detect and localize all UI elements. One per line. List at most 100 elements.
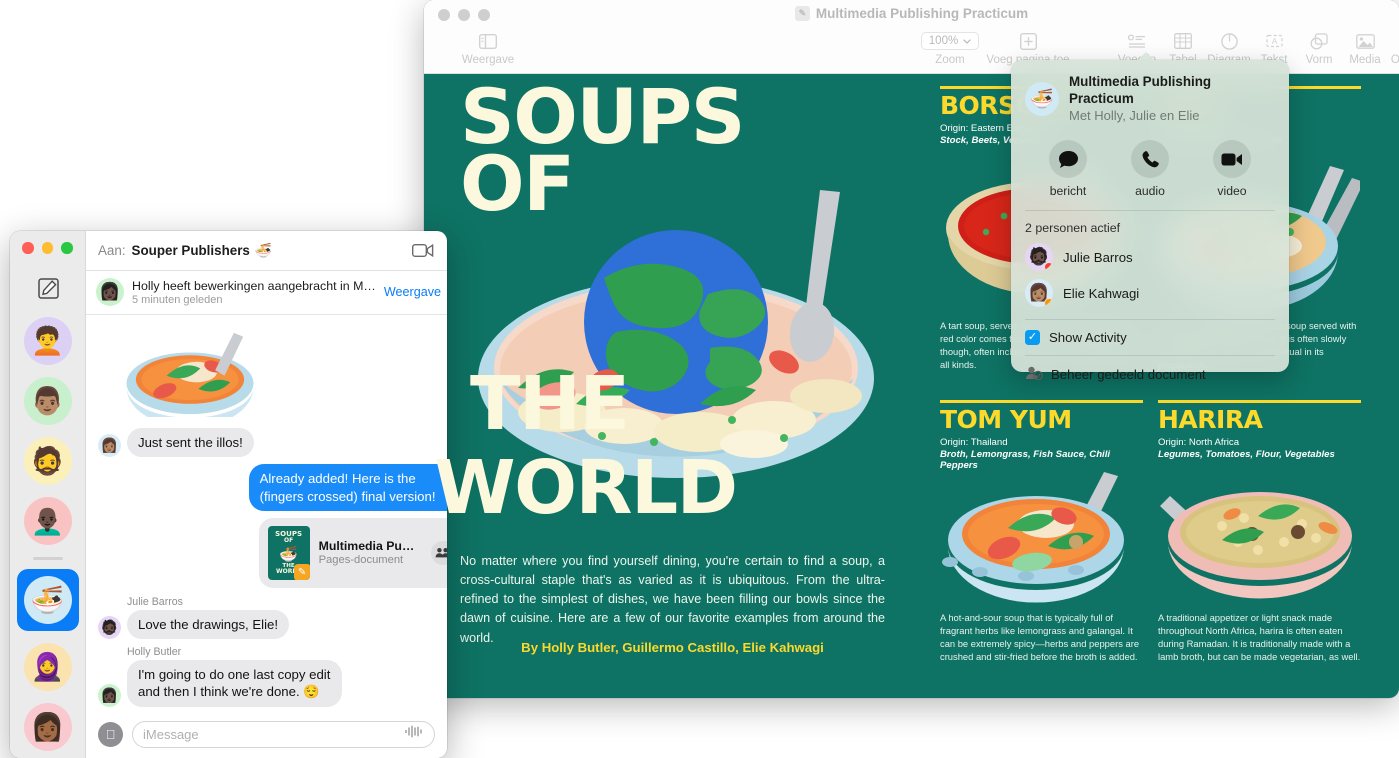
notification-text-block: Holly heeft bewerkingen aangebracht in M…	[132, 279, 376, 306]
video-camera-icon	[1213, 140, 1251, 178]
recipe-harira: HARIRA Origin: North Africa Legumes, Tom…	[1158, 400, 1361, 460]
phone-icon	[1131, 140, 1169, 178]
avatar: 👩🏽	[1025, 279, 1053, 307]
popover-action-video[interactable]: video	[1199, 140, 1265, 198]
maximize-button[interactable]	[61, 242, 73, 254]
attachment-info: Multimedia Pub… Pages-document	[319, 539, 422, 566]
popover-person-julie-barros[interactable]: 🧔🏿 Julie Barros	[1011, 239, 1289, 275]
recipient-name[interactable]: Souper Publishers	[132, 243, 250, 258]
list-item[interactable]: 🧑‍🦱	[10, 317, 85, 365]
message-row-outgoing: Already added! Here is the (fingers cros…	[98, 464, 447, 511]
title-line-world: WORLD	[434, 456, 737, 521]
zoom-pill[interactable]: 100%	[921, 32, 979, 50]
recipe-rule	[1158, 400, 1361, 403]
list-item[interactable]: 🧕	[10, 643, 85, 691]
toolbar-opmerking[interactable]: Opmerking	[1373, 28, 1399, 66]
compose-new-message-icon[interactable]	[36, 276, 60, 300]
popover-arrow	[1137, 52, 1155, 61]
message-row-incoming: 🧔🏿 Love the drawings, Elie!	[98, 610, 447, 639]
collaboration-notification-banner[interactable]: 👩🏿 Holly heeft bewerkingen aangebracht i…	[86, 271, 447, 315]
to-label: Aan:	[98, 243, 126, 258]
message-thread[interactable]: 👩🏽 Just sent the illos! Already added! H…	[86, 315, 447, 710]
document-title-block: SOUPS OF	[450, 84, 920, 218]
avatar-emoji: 🍜	[31, 587, 65, 614]
popover-participants-summary: Met Holly, Julie en Elie	[1069, 108, 1275, 125]
list-item[interactable]: 👨🏿‍🦲	[10, 497, 85, 545]
message-sender-name: Holly Butler	[127, 646, 447, 658]
search-input-wrapper[interactable]: iMessage	[132, 721, 435, 748]
soup-illustration-attachment[interactable]	[120, 329, 260, 417]
document-thumbnail: SOUPS OF 🍜 THE WORLD ✎	[268, 526, 310, 580]
popover-action-audio[interactable]: audio	[1117, 140, 1183, 198]
popover-action-bericht[interactable]: bericht	[1035, 140, 1101, 198]
popover-actions: bericht audio video	[1011, 128, 1289, 208]
imessage-input[interactable]: iMessage	[143, 727, 404, 742]
recipe-tom-yum-title: TOM YUM	[940, 407, 1143, 433]
pages-document-icon: ✎	[795, 6, 810, 21]
recipe-harira-ingredients: Legumes, Tomatoes, Flour, Vegetables	[1158, 449, 1361, 460]
message-bubble-incoming[interactable]: Just sent the illos!	[127, 428, 254, 457]
message-composer:  iMessage ☺	[86, 710, 447, 758]
pages-app-badge: ✎	[294, 564, 310, 580]
message-row-incoming: 👩🏿 I'm going to do one last copy edit an…	[98, 660, 447, 707]
avatar-emoji: 👩🏽	[101, 437, 118, 454]
recipe-tom-yum-description: A hot-and-sour soup that is typically fu…	[940, 612, 1143, 664]
screenshot-root: ✎ Multimedia Publishing Practicum Weerga…	[0, 0, 1399, 758]
notification-title: Holly heeft bewerkingen aangebracht in M…	[132, 279, 376, 293]
tom-yum-bowl-illustration	[936, 466, 1141, 606]
list-item[interactable]: 👩🏾	[10, 703, 85, 751]
notification-timestamp: 5 minuten geleden	[132, 294, 376, 306]
manage-shared-document-icon	[1025, 365, 1043, 383]
video-camera-icon[interactable]	[412, 243, 434, 258]
list-item[interactable]: 👨🏽	[10, 377, 85, 425]
shared-document-attachment[interactable]: SOUPS OF 🍜 THE WORLD ✎ Multimedia Pub… P…	[259, 518, 447, 588]
popover-header: 🍜 Multimedia Publishing Practicum Met Ho…	[1011, 60, 1289, 128]
recipe-rule	[940, 400, 1143, 403]
list-item[interactable]: 🧔	[10, 437, 85, 485]
sidebar-divider	[33, 557, 63, 560]
status-badge	[1044, 262, 1053, 271]
avatar-emoji: 🧔🏿	[101, 619, 118, 636]
avatar: 🧔🏿	[98, 616, 121, 639]
show-activity-toggle[interactable]: ✓ Show Activity	[1011, 322, 1289, 353]
popover-action-audio-label: audio	[1135, 184, 1165, 198]
avatar: 🧔	[24, 437, 72, 485]
notification-view-button[interactable]: Weergave	[384, 285, 441, 299]
pages-title-text: Multimedia Publishing Practicum	[816, 6, 1028, 21]
soup-bowl-thumbnail: 🍜	[1025, 82, 1059, 116]
toolbar-opmerking-label: Opmerking	[1373, 54, 1399, 66]
document-intro-paragraph: No matter where you find yourself dining…	[460, 552, 885, 648]
collaboration-popover: 🍜 Multimedia Publishing Practicum Met Ho…	[1011, 60, 1289, 372]
messages-window: 🧑‍🦱 👨🏽 🧔 👨🏿‍🦲	[10, 231, 447, 758]
status-badge	[1044, 298, 1053, 307]
avatar: 👩🏿	[96, 278, 124, 306]
avatar-emoji: 🧕	[31, 654, 65, 681]
recipe-tom-yum: TOM YUM Origin: Thailand Broth, Lemongra…	[940, 400, 1143, 471]
sidebar-view-icon	[442, 28, 534, 54]
emoji-smiley-icon[interactable]: ☺	[444, 723, 447, 745]
app-store-icon[interactable]: 	[98, 722, 123, 747]
chevron-down-icon	[963, 39, 971, 44]
popover-document-title: Multimedia Publishing Practicum	[1069, 74, 1275, 108]
toolbar-weergave[interactable]: Weergave	[442, 28, 534, 66]
add-page-icon	[982, 28, 1074, 54]
selected-conversation-highlight: 🍜	[17, 569, 79, 631]
message-bubble-incoming[interactable]: Love the drawings, Elie!	[127, 610, 289, 639]
messages-sidebar: 🧑‍🦱 👨🏽 🧔 👨🏿‍🦲	[10, 231, 86, 758]
message-bubble-outgoing[interactable]: Already added! Here is the (fingers cros…	[249, 464, 447, 511]
message-bubble-incoming[interactable]: I'm going to do one last copy edit and t…	[127, 660, 342, 707]
minimize-button[interactable]	[42, 242, 54, 254]
manage-shared-document-button[interactable]: Beheer gedeeld document	[1011, 358, 1289, 390]
audio-waveform-icon[interactable]	[404, 725, 424, 743]
pages-window-title: ✎ Multimedia Publishing Practicum	[424, 6, 1399, 21]
recipe-harira-title: HARIRA	[1158, 407, 1361, 433]
message-bubble-icon	[1049, 140, 1087, 178]
popover-person-elie-kahwagi[interactable]: 👩🏽 Elie Kahwagi	[1011, 275, 1289, 311]
popover-person-name: Elie Kahwagi	[1063, 286, 1139, 301]
list-item-selected[interactable]: 🍜	[10, 569, 85, 631]
popover-divider	[1025, 319, 1275, 320]
popover-action-video-label: video	[1217, 184, 1246, 198]
message-sender-name: Julie Barros	[127, 596, 447, 608]
close-button[interactable]	[22, 242, 34, 254]
recipe-harira-origin: Origin: North Africa	[1158, 437, 1361, 448]
